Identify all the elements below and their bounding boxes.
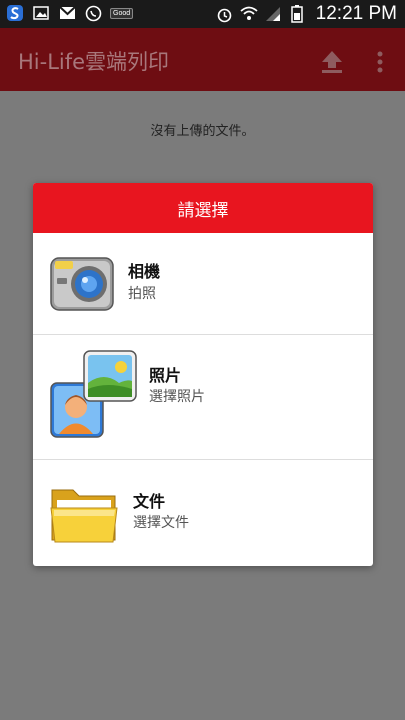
- image-icon: [32, 4, 50, 22]
- alarm-icon: [216, 5, 234, 23]
- option-documents-title: 文件: [133, 492, 166, 511]
- folder-icon: [49, 482, 119, 548]
- gmail-icon: [58, 4, 76, 22]
- good-badge: Good: [110, 7, 134, 19]
- signal-icon: [264, 5, 282, 23]
- upload-icon[interactable]: [318, 48, 346, 76]
- option-documents[interactable]: 文件 選擇文件: [33, 460, 373, 566]
- photos-icon: [49, 349, 139, 445]
- camera-icon: [49, 250, 115, 320]
- option-camera-title: 相機: [128, 262, 161, 281]
- wifi-icon: [240, 5, 258, 23]
- source-picker-dialog: 請選擇 相機 拍照 照片 選擇照片 文件 選擇文件: [33, 183, 373, 566]
- status-bar: Good 12:21 PM: [0, 0, 405, 28]
- dialog-title: 請選擇: [33, 183, 373, 233]
- app-bar: Hi-Life雲端列印: [0, 28, 405, 91]
- option-documents-subtitle: 選擇文件: [133, 515, 189, 531]
- empty-message: 沒有上傳的文件。: [150, 124, 255, 139]
- option-photos[interactable]: 照片 選擇照片: [33, 335, 373, 460]
- option-photos-title: 照片: [149, 366, 182, 385]
- app-title: Hi-Life雲端列印: [18, 50, 170, 74]
- overflow-menu-icon[interactable]: [370, 48, 390, 76]
- s-app-icon: [6, 4, 24, 22]
- option-camera-subtitle: 拍照: [128, 286, 156, 302]
- option-photos-subtitle: 選擇照片: [149, 389, 205, 405]
- status-time: 12:21 PM: [315, 3, 397, 24]
- whatsapp-icon: [84, 4, 102, 22]
- option-camera[interactable]: 相機 拍照: [33, 233, 373, 335]
- battery-icon: [288, 5, 306, 23]
